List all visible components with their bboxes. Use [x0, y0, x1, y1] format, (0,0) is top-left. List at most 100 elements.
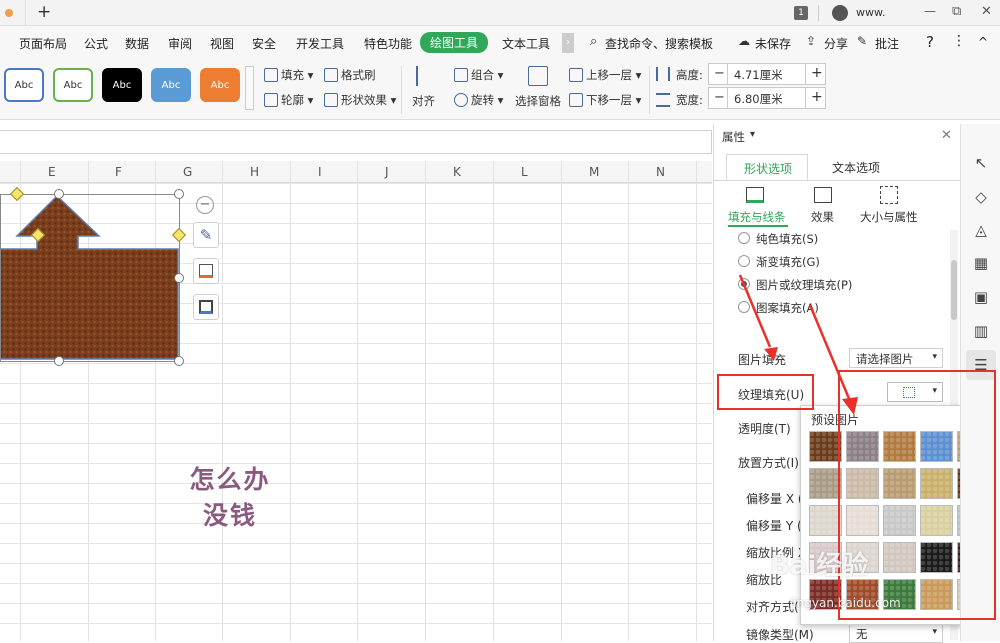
bring-forward-label: 上移一层 — [586, 68, 632, 82]
panel-title[interactable]: 属性 — [722, 129, 745, 145]
rotate-button[interactable]: 旋转 ▾ — [454, 92, 503, 108]
resize-handle-right[interactable] — [174, 273, 184, 283]
width-label: 宽度: — [676, 93, 703, 107]
tab-count-badge[interactable]: 1 — [794, 6, 808, 20]
width-value[interactable]: 6.80厘米 — [734, 91, 783, 107]
solid-fill-label[interactable]: 纯色填充(S) — [756, 231, 818, 247]
align-button[interactable]: 对齐 — [412, 93, 435, 109]
menu-page-layout[interactable]: 页面布局 — [19, 35, 67, 52]
menu-drawing-tools[interactable]: 绘图工具 — [420, 32, 489, 53]
fill-icon[interactable]: ◬ — [972, 221, 990, 239]
chart-icon[interactable]: ▥ — [972, 322, 990, 340]
divider — [805, 64, 806, 84]
column-header-j[interactable]: J — [385, 165, 389, 179]
height-stepper[interactable]: − 4.71厘米 + — [708, 63, 826, 85]
outline-button[interactable]: 轮廓 ▾ — [264, 92, 313, 108]
menu-security[interactable]: 安全 — [252, 35, 276, 52]
panel-scrollbar-thumb[interactable] — [951, 260, 957, 320]
format-painter-button[interactable]: 格式刷 — [324, 67, 376, 83]
divider — [401, 66, 402, 114]
subtab-size-properties[interactable]: 大小与属性 — [860, 209, 918, 225]
resize-handle-top-right[interactable] — [174, 189, 184, 199]
grid-icon[interactable]: ▣ — [972, 288, 990, 306]
search-command[interactable]: 查找命令、搜索模板 — [605, 35, 713, 52]
avatar[interactable] — [832, 5, 848, 21]
divider — [25, 0, 26, 26]
shape-effect-button[interactable]: 形状效果 ▾ — [324, 92, 396, 108]
subtab-underline — [728, 225, 788, 227]
baidu-watermark: Bai经验 — [770, 551, 869, 581]
menu-developer[interactable]: 开发工具 — [296, 35, 344, 52]
height-increment[interactable]: + — [811, 65, 823, 81]
menu-scroll-right-icon[interactable]: › — [562, 33, 574, 53]
shape-style-sample-2[interactable]: Abc — [53, 68, 93, 102]
comment-button[interactable]: 批注 — [875, 35, 899, 52]
outline-tool-button[interactable] — [193, 294, 219, 320]
group-button[interactable]: 组合 ▾ — [454, 67, 503, 83]
menu-features[interactable]: 特色功能 — [364, 35, 412, 52]
fill-button[interactable]: 填充 ▾ — [264, 67, 313, 83]
pen-tool-button[interactable]: ✎ — [193, 222, 219, 248]
width-stepper[interactable]: − 6.80厘米 + — [708, 87, 826, 109]
share-button[interactable]: 分享 — [824, 35, 848, 52]
column-header-e[interactable]: E — [48, 165, 56, 179]
width-decrement[interactable]: − — [714, 90, 725, 105]
menu-text-tools[interactable]: 文本工具 — [502, 35, 550, 52]
resize-handle-top[interactable] — [54, 189, 64, 199]
fill-tool-button[interactable] — [193, 258, 219, 284]
fill-label: 填充 — [281, 68, 304, 82]
tab-text-options[interactable]: 文本选项 — [832, 159, 880, 176]
menu-review[interactable]: 审阅 — [168, 35, 192, 52]
mirror-type-label: 镜像类型(M) — [746, 628, 814, 642]
column-header-g[interactable]: G — [183, 165, 192, 179]
column-header-h[interactable]: H — [250, 165, 259, 179]
column-header-f[interactable]: F — [115, 165, 122, 179]
column-header-l[interactable]: L — [521, 165, 528, 179]
column-header-k[interactable]: K — [453, 165, 461, 179]
resize-handle-bottom-right[interactable] — [174, 356, 184, 366]
collapse-ribbon-button[interactable]: ^ — [978, 35, 988, 49]
shape-style-sample-4[interactable]: Abc — [151, 68, 191, 102]
send-backward-button[interactable]: 下移一层 ▾ — [569, 92, 641, 108]
height-value[interactable]: 4.71厘米 — [734, 67, 783, 83]
shape-style-sample-5[interactable]: Abc — [200, 68, 240, 102]
shape-style-sample-3[interactable]: Abc — [102, 68, 142, 102]
close-window-button[interactable]: ✕ — [981, 4, 992, 19]
column-header-n[interactable]: N — [656, 165, 665, 179]
menu-data[interactable]: 数据 — [125, 35, 149, 52]
help-button[interactable]: ? — [926, 33, 934, 51]
offset-x-label: 偏移量 X ( — [746, 492, 803, 506]
user-name[interactable]: www. — [856, 6, 885, 19]
menu-view[interactable]: 视图 — [210, 35, 234, 52]
panel-close-button[interactable]: ✕ — [941, 128, 952, 143]
shape-style-sample-1[interactable]: Abc — [4, 68, 44, 102]
resize-handle-bottom[interactable] — [54, 356, 64, 366]
collapse-toolbar-icon[interactable]: − — [196, 196, 214, 214]
restore-button[interactable]: ⧉ — [952, 4, 961, 19]
paint-bucket-icon — [199, 264, 213, 278]
height-label: 高度: — [676, 68, 703, 82]
new-tab-button[interactable]: + — [37, 2, 51, 22]
panel-title-dropdown-icon[interactable]: ▾ — [750, 129, 755, 140]
bring-forward-button[interactable]: 上移一层 ▾ — [569, 67, 641, 83]
cursor-icon[interactable]: ↖ — [972, 154, 990, 172]
selection-pane-button[interactable]: 选择窗格 — [515, 93, 561, 109]
unsaved-status[interactable]: 未保存 — [755, 35, 791, 52]
tab-shape-options[interactable]: 形状选项 — [726, 154, 808, 180]
radio-solid-fill[interactable] — [738, 232, 750, 244]
mirror-type-select[interactable]: 无 ▾ — [849, 623, 943, 643]
table-icon[interactable]: ▦ — [972, 254, 990, 272]
more-button[interactable]: ⋮ — [952, 33, 966, 49]
height-decrement[interactable]: − — [714, 66, 725, 81]
column-header-i[interactable]: I — [318, 165, 322, 179]
bring-forward-icon — [569, 68, 583, 82]
column-header-m[interactable]: M — [589, 165, 599, 179]
menu-formula[interactable]: 公式 — [84, 35, 108, 52]
minimize-button[interactable]: — — [924, 4, 936, 18]
shapes-icon[interactable]: ◇ — [972, 188, 990, 206]
formula-bar[interactable] — [0, 130, 712, 154]
style-gallery-expand[interactable] — [245, 66, 254, 110]
subtab-fill-line[interactable]: 填充与线条 — [728, 209, 786, 225]
width-increment[interactable]: + — [811, 89, 823, 105]
subtab-effect[interactable]: 效果 — [811, 209, 834, 225]
